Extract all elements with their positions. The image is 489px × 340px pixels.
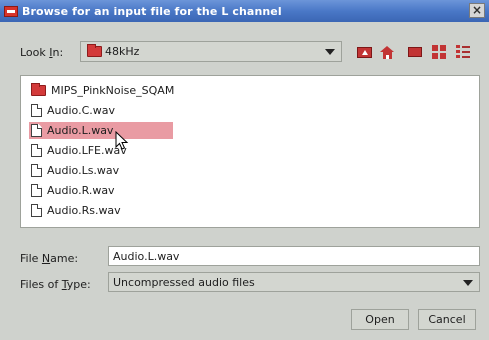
file-type-dropdown[interactable]: Uncompressed audio files [108, 272, 480, 292]
chevron-down-icon[interactable] [463, 280, 473, 286]
cancel-button[interactable]: Cancel [418, 309, 476, 330]
details-view-button[interactable] [454, 43, 472, 61]
mouse-cursor-icon [115, 131, 129, 150]
list-item[interactable]: Audio.C.wav [29, 102, 119, 119]
home-icon [379, 45, 394, 59]
folder-icon [87, 44, 102, 57]
file-name-label: File Name: [20, 252, 79, 265]
look-in-value: 48kHz [105, 45, 140, 58]
file-type-label: Files of Type: [20, 278, 91, 291]
list-item-folder[interactable]: MIPS_PinkNoise_SQAM [29, 82, 178, 99]
details-view-icon [456, 45, 470, 59]
look-in-label: Look In: [20, 46, 64, 59]
close-button[interactable]: × [469, 3, 485, 18]
file-icon [31, 204, 42, 217]
list-item-label: Audio.L.wav [47, 124, 114, 137]
look-in-dropdown[interactable]: 48kHz [80, 41, 342, 62]
list-item-label: Audio.R.wav [47, 184, 115, 197]
chevron-down-icon[interactable] [325, 49, 335, 55]
list-item[interactable]: Audio.Rs.wav [29, 202, 125, 219]
file-icon [31, 164, 42, 177]
app-icon [4, 5, 18, 17]
file-icon [31, 184, 42, 197]
file-list[interactable]: MIPS_PinkNoise_SQAM Audio.C.wav Audio.L.… [20, 75, 480, 228]
title-bar: Browse for an input file for the L chann… [0, 0, 489, 22]
up-folder-icon [356, 46, 372, 58]
file-icon [31, 144, 42, 157]
new-folder-button[interactable] [406, 43, 424, 61]
open-button[interactable]: Open [351, 309, 409, 330]
folder-icon [31, 83, 46, 96]
list-item[interactable]: Audio.Ls.wav [29, 162, 123, 179]
list-item-label: MIPS_PinkNoise_SQAM [51, 84, 175, 97]
list-view-icon [432, 45, 446, 59]
list-item-label: Audio.C.wav [47, 104, 115, 117]
list-item-label: Audio.Rs.wav [47, 204, 121, 217]
file-type-value: Uncompressed audio files [113, 275, 255, 289]
list-item-selected[interactable]: Audio.L.wav [29, 122, 173, 139]
window-title: Browse for an input file for the L chann… [22, 4, 282, 18]
up-one-level-button[interactable] [355, 43, 373, 61]
home-button[interactable] [378, 43, 396, 61]
file-icon [31, 104, 42, 117]
file-icon [31, 124, 42, 137]
new-folder-icon [408, 47, 422, 57]
file-name-input[interactable] [108, 246, 480, 266]
list-item[interactable]: Audio.R.wav [29, 182, 119, 199]
list-view-button[interactable] [430, 43, 448, 61]
list-item-label: Audio.Ls.wav [47, 164, 120, 177]
